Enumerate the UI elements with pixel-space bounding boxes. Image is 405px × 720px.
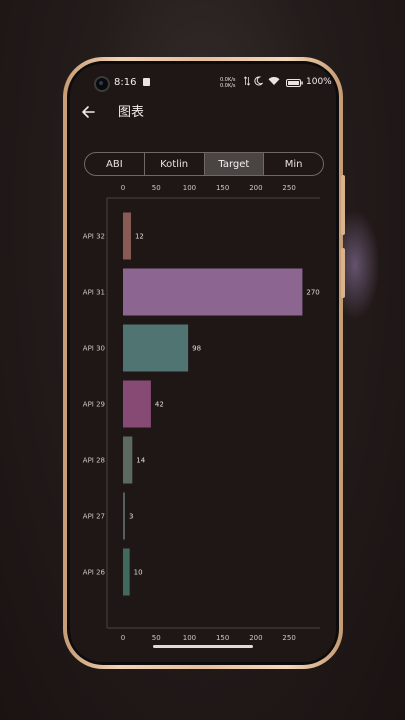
x-tick-label-bottom: 100 — [183, 634, 196, 642]
x-tick-label-top: 0 — [121, 184, 125, 192]
x-tick-label-top: 200 — [249, 184, 262, 192]
x-tick-label-top: 150 — [216, 184, 229, 192]
category-label: API 28 — [83, 457, 105, 465]
home-indicator[interactable] — [153, 645, 253, 648]
phone-side-button — [341, 248, 345, 298]
data-label: 42 — [155, 401, 164, 409]
bar — [123, 268, 303, 316]
tab-kotlin[interactable]: Kotlin — [145, 153, 205, 175]
tab-abi[interactable]: ABI — [85, 153, 145, 175]
bar — [123, 324, 189, 372]
category-label: API 26 — [83, 569, 106, 577]
bar — [123, 380, 151, 428]
net-speed-down: 0.0K/s — [220, 83, 236, 89]
x-tick-label-top: 50 — [152, 184, 161, 192]
battery-level: 100% — [306, 77, 332, 87]
app-screen: 8:16 0.0K/s 0.0K/s 100% 图表 ABI Kotlin Ta… — [70, 64, 336, 662]
bar — [123, 548, 130, 596]
chart-tab-bar: ABI Kotlin Target Min — [84, 152, 324, 176]
phone-side-button — [341, 175, 345, 235]
status-time: 8:16 — [114, 77, 137, 88]
data-label: 14 — [136, 457, 145, 465]
wifi-icon — [268, 77, 280, 85]
x-tick-label-bottom: 150 — [216, 634, 229, 642]
data-label: 98 — [192, 345, 201, 353]
data-label: 270 — [306, 289, 319, 297]
x-tick-label-top: 250 — [282, 184, 295, 192]
bar — [123, 212, 131, 260]
data-label: 3 — [129, 513, 133, 521]
battery-icon — [286, 79, 303, 87]
category-label: API 30 — [83, 345, 105, 353]
bar-chart: 0 0 50 50 100 100 150 150 200 200 250 250 API 32 12 AP… — [83, 184, 320, 642]
moon-icon — [254, 76, 263, 86]
status-bar: 8:16 0.0K/s 0.0K/s 100% — [70, 64, 336, 102]
data-label: 10 — [134, 569, 143, 577]
data-label: 12 — [135, 233, 144, 241]
x-tick-label-bottom: 50 — [152, 634, 161, 642]
tab-target[interactable]: Target — [204, 153, 265, 175]
tab-min[interactable]: Min — [264, 153, 323, 175]
category-label: API 27 — [83, 513, 105, 521]
bar — [123, 436, 133, 484]
category-label: API 29 — [83, 401, 105, 409]
x-tick-label-bottom: 0 — [121, 634, 125, 642]
category-label: API 32 — [83, 233, 105, 241]
notification-icon — [143, 78, 150, 86]
front-camera — [94, 76, 110, 92]
arrow-left-icon[interactable] — [80, 104, 96, 120]
network-speed: 0.0K/s 0.0K/s — [220, 77, 236, 89]
page-title: 图表 — [118, 105, 145, 120]
x-tick-label-bottom: 250 — [282, 634, 295, 642]
x-tick-label-top: 100 — [183, 184, 196, 192]
x-tick-label-bottom: 200 — [249, 634, 262, 642]
category-label: API 31 — [83, 289, 105, 297]
bar — [123, 492, 125, 540]
data-arrows-icon — [244, 76, 250, 86]
